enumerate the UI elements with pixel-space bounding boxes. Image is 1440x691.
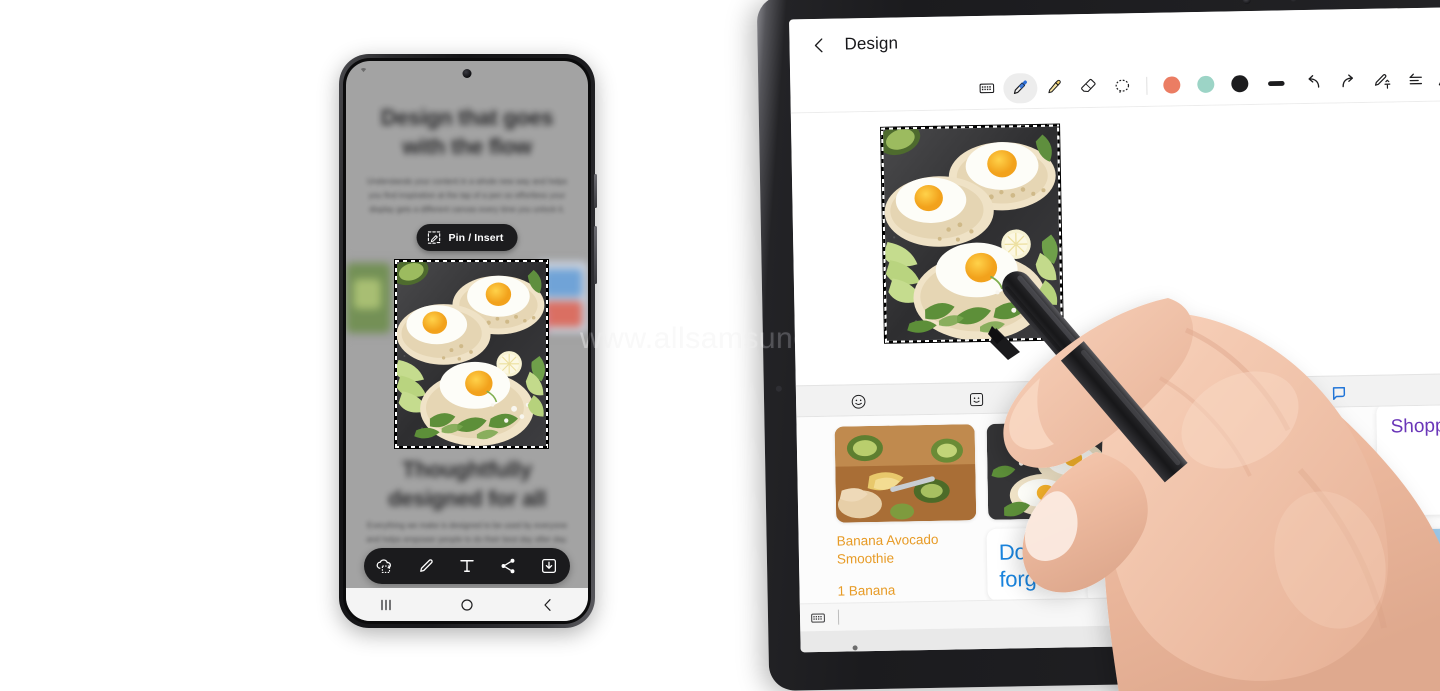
phone-edit-toolbar: [364, 548, 570, 584]
insert-frame-icon: [1332, 386, 1346, 400]
highlighter-tool-button[interactable]: [1037, 72, 1072, 103]
note-shopping-text: Shopping Eggs Bread Avocado: [1390, 412, 1440, 438]
align-icon: [1409, 73, 1422, 85]
color-swatch-mint[interactable]: [1188, 69, 1223, 100]
insert-frame-button[interactable]: [1330, 383, 1348, 401]
beach-photo: [1382, 527, 1440, 592]
emoji-button[interactable]: [848, 391, 868, 411]
egg-avocado-photo: [986, 421, 1129, 520]
color-swatch-coral[interactable]: [1154, 70, 1189, 101]
tablet-side-sensor: [775, 385, 782, 392]
banana-avocado-photo: [834, 424, 977, 523]
back-icon: [1430, 629, 1437, 643]
pen-icon[interactable]: [417, 557, 435, 575]
phone-front-camera: [462, 69, 472, 78]
text-caret: [837, 609, 840, 625]
keyboard-tool-button[interactable]: [969, 73, 1004, 104]
recipe-card-photo[interactable]: [834, 424, 977, 523]
note-birthday-text: 7th Birthday: [1096, 531, 1153, 570]
recipe-card-title: Banana Avocado Smoothie: [836, 531, 939, 567]
redo-button[interactable]: [1330, 66, 1365, 97]
phone-paragraph: Understands your content in a whole new …: [366, 177, 568, 214]
sticker-button[interactable]: [966, 389, 986, 409]
keyboard-icon[interactable]: [810, 609, 826, 625]
page-title: Design: [844, 33, 899, 54]
toolbar-divider: [1146, 76, 1148, 95]
eraser-icon: [1081, 78, 1096, 92]
color-swatch-black[interactable]: [1222, 68, 1257, 99]
black-swatch: [1230, 75, 1248, 93]
pin-insert-label: Pin / Insert: [448, 231, 504, 244]
redo-icon: [1341, 74, 1353, 88]
convert-to-text-button[interactable]: [1364, 66, 1399, 97]
recents-icon[interactable]: [378, 597, 394, 613]
selected-food-image: [881, 124, 1061, 343]
phone-bezel: Design that goes with the flow Understan…: [343, 58, 591, 624]
recipe-card-ingredient: 1 Banana: [837, 582, 896, 599]
highlighter-icon: [1047, 79, 1061, 94]
tablet-screen: Design Banana Avocado Smoothie 1 Banana …: [789, 7, 1440, 653]
pen-icon: [1013, 80, 1027, 94]
sticker-icon: [969, 392, 983, 406]
lasso-select-icon: [1115, 79, 1130, 94]
tablet-sensor: [1290, 0, 1297, 3]
tablet-device: Design Banana Avocado Smoothie 1 Banana …: [756, 0, 1440, 691]
egg-card-photo[interactable]: [986, 421, 1129, 520]
stroke-thickness-button[interactable]: [1256, 68, 1297, 99]
phone-heading-2: Thoughtfully designed for all: [388, 457, 546, 511]
tablet-canvas[interactable]: [790, 101, 1440, 386]
recents-button[interactable]: [1126, 634, 1143, 651]
more-icon: [1438, 74, 1440, 86]
tablet-image-selection[interactable]: [881, 124, 1063, 343]
wifi-icon: [360, 67, 367, 73]
undo-icon: [1307, 75, 1319, 88]
beach-thumbnail[interactable]: [1382, 527, 1440, 592]
undo-button[interactable]: [1296, 67, 1331, 98]
note-card-birthday[interactable]: 7th Birthday: [1086, 518, 1184, 604]
screenshot-root: www.allsamsung.ir Design that goes with …: [0, 0, 1440, 691]
mint-swatch: [1196, 75, 1214, 94]
coral-swatch: [1162, 76, 1180, 94]
pin-insert-icon: [427, 231, 441, 244]
back-chevron-icon[interactable]: [809, 35, 828, 54]
thickness-icon: [1268, 80, 1285, 86]
phone-power-button[interactable]: [594, 226, 597, 284]
phone-volume-button[interactable]: [594, 174, 597, 208]
share-icon[interactable]: [499, 557, 517, 575]
tablet-front-camera: [1242, 0, 1251, 5]
back-button[interactable]: [1425, 628, 1440, 645]
align-button[interactable]: [1398, 65, 1433, 96]
text-icon[interactable]: [458, 557, 476, 575]
phone-nav-bar: [346, 588, 588, 621]
tablet-notes-content: Banana Avocado Smoothie 1 Banana Don't f…: [796, 405, 1440, 604]
phone-image-selection[interactable]: [395, 260, 548, 448]
download-icon[interactable]: [540, 557, 558, 575]
eraser-tool-button[interactable]: [1071, 71, 1106, 102]
smiley-icon: [851, 394, 865, 409]
phone-screen: Design that goes with the flow Understan…: [346, 61, 588, 621]
back-icon[interactable]: [540, 597, 556, 613]
lasso-select-tool-button[interactable]: [1105, 71, 1140, 102]
note-card-shopping[interactable]: Shopping Eggs Bread Avocado: [1376, 405, 1440, 516]
convert-to-text-icon: [1374, 74, 1390, 89]
selected-food-image: [395, 260, 547, 446]
dot-icon[interactable]: [852, 645, 858, 651]
phone-device: Design that goes with the flow Understan…: [339, 54, 597, 628]
phone-paragraph-2: Everything we make is designed to be use…: [366, 521, 568, 544]
recents-icon: [1129, 637, 1140, 649]
phone-heading: Design that goes with the flow: [380, 105, 554, 159]
more-options-button[interactable]: [1432, 65, 1440, 95]
extract-object-icon[interactable]: [376, 557, 394, 575]
home-icon[interactable]: [459, 597, 475, 613]
keyboard-icon: [979, 83, 994, 94]
pen-tool-button[interactable]: [1003, 72, 1038, 104]
pin-insert-button[interactable]: Pin / Insert: [416, 224, 518, 251]
